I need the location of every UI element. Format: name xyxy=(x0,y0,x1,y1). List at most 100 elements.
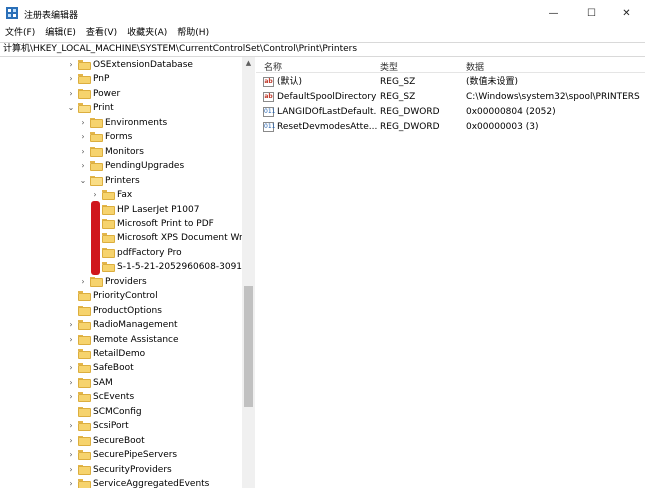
folder-icon xyxy=(90,132,103,143)
folder-icon xyxy=(78,406,91,417)
window-title: 注册表编辑器 xyxy=(24,11,79,21)
scroll-up-icon[interactable]: ▲ xyxy=(242,57,255,70)
menu-file[interactable]: 文件(F) xyxy=(0,26,40,42)
value-list: 名称 类型 数据 ab (默认) REG_SZ (数值未设置) ab DefaultSpo… xyxy=(256,57,645,488)
tree-item-label: Printers xyxy=(105,173,140,188)
value-data: C:\Windows\system32\spool\PRINTERS xyxy=(466,92,640,102)
column-type-header[interactable]: 类型 xyxy=(380,60,398,73)
value-data: 0x00000003 (3) xyxy=(466,122,539,132)
value-name: DefaultSpoolDirectory xyxy=(277,92,377,102)
tree-item-label: OSExtensionDatabase xyxy=(93,60,193,70)
folder-icon xyxy=(102,247,115,258)
folder-icon xyxy=(78,435,91,446)
scroll-thumb[interactable] xyxy=(244,286,253,407)
maximize-button[interactable]: ☐ xyxy=(573,0,610,26)
tree-item-label: pdfFactory Pro xyxy=(117,247,182,258)
tree-item-label: Fax xyxy=(117,190,133,201)
folder-icon xyxy=(78,74,91,85)
close-icon: ✕ xyxy=(622,7,631,19)
chevron-right-icon[interactable]: › xyxy=(66,58,76,72)
folder-icon xyxy=(90,161,103,172)
value-row[interactable]: 011 ResetDevmodesAtte... REG_DWORD 0x000000… xyxy=(256,120,645,135)
value-row[interactable]: ab DefaultSpoolDirectory REG_SZ C:\Windows\… xyxy=(256,90,645,105)
menu-favorites[interactable]: 收藏夹(A) xyxy=(122,26,172,42)
chevron-right-icon[interactable]: › xyxy=(66,477,76,488)
close-button[interactable]: ✕ xyxy=(608,0,645,26)
menu-view[interactable]: 查看(V) xyxy=(81,26,122,42)
key-tree: › OSExtensionDatabase › PnP › Power ⌄ Print › Env… xyxy=(3,57,255,488)
chevron-right-icon[interactable]: › xyxy=(78,145,88,159)
tree-item-label: SafeBoot xyxy=(93,363,134,374)
value-row[interactable]: 011 LANGIDOfLastDefault... REG_DWORD 0x0000… xyxy=(256,105,645,120)
menu-bar: 文件(F) 编辑(E) 查看(V) 收藏夹(A) 帮助(H) xyxy=(0,26,645,42)
value-row[interactable]: ab (默认) REG_SZ (数值未设置) xyxy=(256,75,645,90)
tree-item-label: HP LaserJet P1007 xyxy=(117,204,200,215)
column-data-header[interactable]: 数据 xyxy=(466,60,484,73)
menu-help[interactable]: 帮助(H) xyxy=(172,26,214,42)
folder-icon xyxy=(78,450,91,461)
value-type: REG_SZ xyxy=(380,92,416,102)
chevron-right-icon[interactable]: › xyxy=(90,188,100,202)
address-bar[interactable]: 计算机\HKEY_LOCAL_MACHINE\SYSTEM\CurrentCon… xyxy=(0,42,645,57)
chevron-right-icon[interactable]: › xyxy=(66,376,76,390)
folder-icon xyxy=(78,305,91,316)
minimize-button[interactable]: — xyxy=(535,0,572,26)
chevron-right-icon[interactable]: › xyxy=(66,448,76,462)
tree-item-label: Monitors xyxy=(105,146,144,157)
chevron-right-icon[interactable]: › xyxy=(78,130,88,144)
folder-icon xyxy=(78,464,91,475)
tree-item-label: RadioManagement xyxy=(93,320,178,331)
tree-item-label: Power xyxy=(93,88,121,99)
value-type: REG_DWORD xyxy=(380,107,440,117)
chevron-right-icon xyxy=(66,289,76,303)
tree-item-label: ServiceAggregatedEvents xyxy=(93,479,210,488)
folder-icon xyxy=(78,479,91,488)
chevron-right-icon[interactable]: › xyxy=(66,361,76,375)
menu-edit[interactable]: 编辑(E) xyxy=(40,26,81,42)
tree-scrollbar[interactable]: ▲ xyxy=(242,57,255,488)
tree-item-label: Remote Assistance xyxy=(93,334,179,345)
maximize-icon: ☐ xyxy=(587,7,596,19)
column-name-header[interactable]: 名称 xyxy=(264,60,282,73)
minimize-icon: — xyxy=(548,7,559,19)
chevron-right-icon[interactable]: › xyxy=(66,318,76,332)
folder-icon xyxy=(78,320,91,331)
chevron-right-icon[interactable]: › xyxy=(66,434,76,448)
tree-item-label: PriorityControl xyxy=(93,291,158,302)
folder-icon xyxy=(78,88,91,99)
folder-icon xyxy=(102,204,115,215)
folder-icon xyxy=(78,363,91,374)
value-name: (默认) xyxy=(277,77,303,87)
tree-item-label: ScsiPort xyxy=(93,421,129,432)
list-header: 名称 类型 数据 xyxy=(256,57,645,73)
tree-item-label: PnP xyxy=(93,74,110,85)
folder-icon xyxy=(90,146,103,157)
tree-item-label: SecurityProviders xyxy=(93,464,172,475)
chevron-down-icon[interactable]: ⌄ xyxy=(78,174,88,188)
chevron-right-icon[interactable]: › xyxy=(66,333,76,347)
folder-icon xyxy=(102,262,115,273)
folder-icon xyxy=(78,377,91,388)
chevron-down-icon[interactable]: ⌄ xyxy=(66,101,76,115)
chevron-right-icon[interactable]: › xyxy=(78,116,88,130)
folder-icon xyxy=(78,334,91,345)
chevron-right-icon[interactable]: › xyxy=(66,390,76,404)
binary-value-icon: 011 xyxy=(263,122,276,132)
chevron-right-icon[interactable]: › xyxy=(78,159,88,173)
title-bar: 注册表编辑器 — ☐ ✕ xyxy=(0,0,645,26)
chevron-right-icon[interactable]: › xyxy=(66,72,76,86)
value-type: REG_SZ xyxy=(380,77,416,87)
tree-item-label: ScEvents xyxy=(93,392,135,403)
tree-item-label: SecureBoot xyxy=(93,435,145,446)
chevron-right-icon[interactable]: › xyxy=(66,419,76,433)
folder-icon xyxy=(78,103,91,114)
tree-item-label: SecurePipeServers xyxy=(93,450,178,461)
chevron-right-icon[interactable]: › xyxy=(66,463,76,477)
chevron-right-icon xyxy=(66,304,76,318)
tree-item-label: ProductOptions xyxy=(93,305,162,316)
string-value-icon: ab xyxy=(263,92,274,102)
folder-icon xyxy=(102,218,115,229)
chevron-right-icon[interactable]: › xyxy=(66,87,76,101)
chevron-right-icon[interactable]: › xyxy=(78,275,88,289)
value-name: LANGIDOfLastDefault... xyxy=(277,107,377,117)
